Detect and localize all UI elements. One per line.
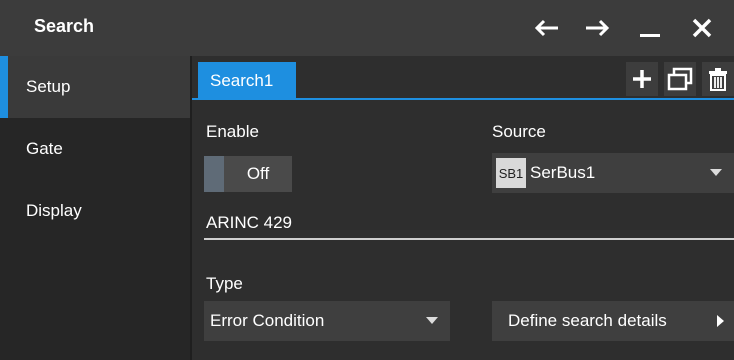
toggle-knob (204, 156, 224, 192)
chevron-down-icon (426, 317, 438, 324)
sidebar-item-label: Display (26, 201, 82, 220)
tab-label: Search1 (210, 71, 274, 90)
back-arrow-icon[interactable] (532, 14, 560, 42)
sidebar-item-gate[interactable]: Gate (0, 118, 190, 180)
source-select[interactable]: SB1 SerBus1 (492, 153, 734, 193)
enable-toggle[interactable]: Off (204, 156, 292, 192)
chevron-down-icon (710, 169, 722, 176)
type-label: Type (206, 274, 243, 293)
enable-label: Enable (206, 122, 259, 141)
sidebar-item-label: Setup (26, 77, 71, 96)
plus-icon[interactable] (626, 62, 658, 96)
copy-window-icon[interactable] (664, 62, 696, 96)
minimize-icon[interactable] (636, 14, 664, 42)
type-select[interactable]: Error Condition (204, 301, 450, 341)
sidebar-item-display[interactable]: Display (0, 180, 190, 242)
close-icon[interactable] (688, 14, 716, 42)
type-value: Error Condition (210, 311, 325, 330)
main-panel: Search1 Enable Off Source SB1 SerBus1 AR… (192, 56, 734, 360)
source-label: Source (492, 122, 546, 141)
forward-arrow-icon[interactable] (584, 14, 612, 42)
sidebar: Setup Gate Display (0, 56, 190, 360)
section-divider (204, 238, 734, 240)
window-controls (532, 14, 716, 42)
define-search-details-button[interactable]: Define search details (492, 301, 734, 341)
define-button-label: Define search details (508, 311, 667, 330)
sidebar-item-label: Gate (26, 139, 63, 158)
source-value: SerBus1 (530, 163, 596, 182)
trash-icon[interactable] (702, 62, 734, 96)
chevron-right-icon (717, 315, 724, 327)
tab-search1[interactable]: Search1 (198, 62, 296, 100)
sidebar-item-setup[interactable]: Setup (0, 56, 190, 118)
toggle-state: Off (246, 164, 270, 183)
window-title: Search (34, 16, 95, 36)
serbus-badge: SB1 (496, 158, 526, 188)
section-title: ARINC 429 (206, 213, 292, 232)
tab-tools (626, 62, 734, 96)
tab-strip: Search1 (192, 56, 734, 100)
title-bar: Search (0, 0, 734, 56)
